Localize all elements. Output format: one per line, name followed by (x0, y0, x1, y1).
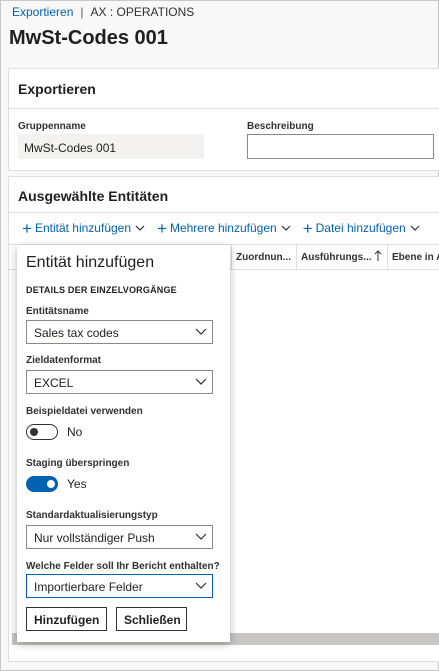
add-entity-button[interactable]: + Entität hinzufügen (22, 220, 145, 237)
add-file-label: Datei hinzufügen (315, 221, 406, 235)
fields-label: Welche Felder soll Ihr Bericht enthalten… (26, 561, 220, 572)
chevron-down-icon (195, 579, 207, 591)
column-header-execution-label: Ausführungs... (301, 252, 372, 263)
description-input[interactable] (247, 134, 434, 159)
target-format-select[interactable]: EXCEL (26, 370, 213, 394)
entity-name-label: Entitätsname (26, 306, 89, 317)
breadcrumb-separator: | (80, 5, 84, 19)
toggle-knob (47, 480, 55, 488)
breadcrumb: Exportieren | AX : OPERATIONS (1, 1, 438, 21)
sort-ascending-icon (374, 250, 382, 265)
chevron-down-icon (195, 375, 207, 387)
page-title: MwSt-Codes 001 (9, 27, 168, 49)
sample-file-toggle-row: No (26, 424, 82, 440)
toggle-knob (30, 428, 38, 436)
chevron-down-icon (195, 530, 207, 542)
sample-file-state: No (67, 425, 83, 439)
skip-staging-state: Yes (67, 477, 87, 491)
sample-file-label: Beispieldatei verwenden (26, 406, 143, 417)
chevron-down-icon (135, 223, 145, 234)
group-name-label: Gruppenname (18, 121, 86, 132)
fields-value: Importierbare Felder (34, 580, 143, 594)
add-multiple-button[interactable]: + Mehrere hinzufügen (157, 220, 291, 237)
export-card: Exportieren Gruppenname MwSt-Codes 001 B… (8, 68, 439, 171)
skip-staging-toggle[interactable] (26, 476, 58, 492)
skip-staging-label: Staging überspringen (26, 458, 130, 469)
add-entity-label: Entität hinzufügen (34, 221, 132, 235)
group-name-field[interactable]: MwSt-Codes 001 (18, 134, 204, 159)
sample-file-toggle[interactable] (26, 424, 58, 440)
add-entity-flyout: Entität hinzufügen DETAILS DER EINZELVOR… (17, 245, 230, 642)
export-card-header[interactable]: Exportieren (9, 69, 439, 109)
entity-name-value: Sales tax codes (34, 326, 119, 340)
chevron-down-icon (281, 223, 291, 234)
column-header-mapping[interactable]: Zuordnun... (231, 245, 295, 270)
add-file-button[interactable]: + Datei hinzufügen (303, 220, 420, 237)
add-multiple-label: Mehrere hinzufügen (169, 221, 277, 235)
selected-entities-header[interactable]: Ausgewählte Entitäten (9, 177, 439, 213)
entity-name-select[interactable]: Sales tax codes (26, 320, 213, 344)
description-label: Beschreibung (247, 121, 314, 132)
update-type-select[interactable]: Nur vollständiger Push (26, 525, 213, 549)
column-header-level[interactable]: Ebene in A (387, 245, 439, 270)
chevron-down-icon (410, 223, 420, 234)
target-format-value: EXCEL (34, 376, 74, 390)
column-header-execution[interactable]: Ausführungs... (296, 245, 386, 270)
flyout-title: Entität hinzufügen (26, 254, 155, 271)
close-button[interactable]: Schließen (116, 607, 187, 631)
plus-icon: + (302, 218, 313, 238)
plus-icon: + (22, 218, 32, 238)
update-type-value: Nur vollständiger Push (34, 531, 155, 545)
skip-staging-toggle-row: Yes (26, 476, 87, 492)
update-type-label: Standardaktualisierungstyp (26, 510, 158, 521)
chevron-down-icon (195, 325, 207, 337)
entities-toolbar: + Entität hinzufügen + Mehrere hinzufüge… (9, 214, 439, 242)
plus-icon: + (157, 218, 167, 238)
breadcrumb-link-exportieren[interactable]: Exportieren (12, 5, 73, 19)
breadcrumb-context: AX : OPERATIONS (90, 5, 195, 19)
flyout-section-heading: DETAILS DER EINZELVORGÄNGE (26, 285, 177, 295)
add-button[interactable]: Hinzufügen (26, 607, 107, 631)
target-format-label: Zieldatenformat (26, 355, 102, 366)
fields-select[interactable]: Importierbare Felder (26, 574, 213, 598)
